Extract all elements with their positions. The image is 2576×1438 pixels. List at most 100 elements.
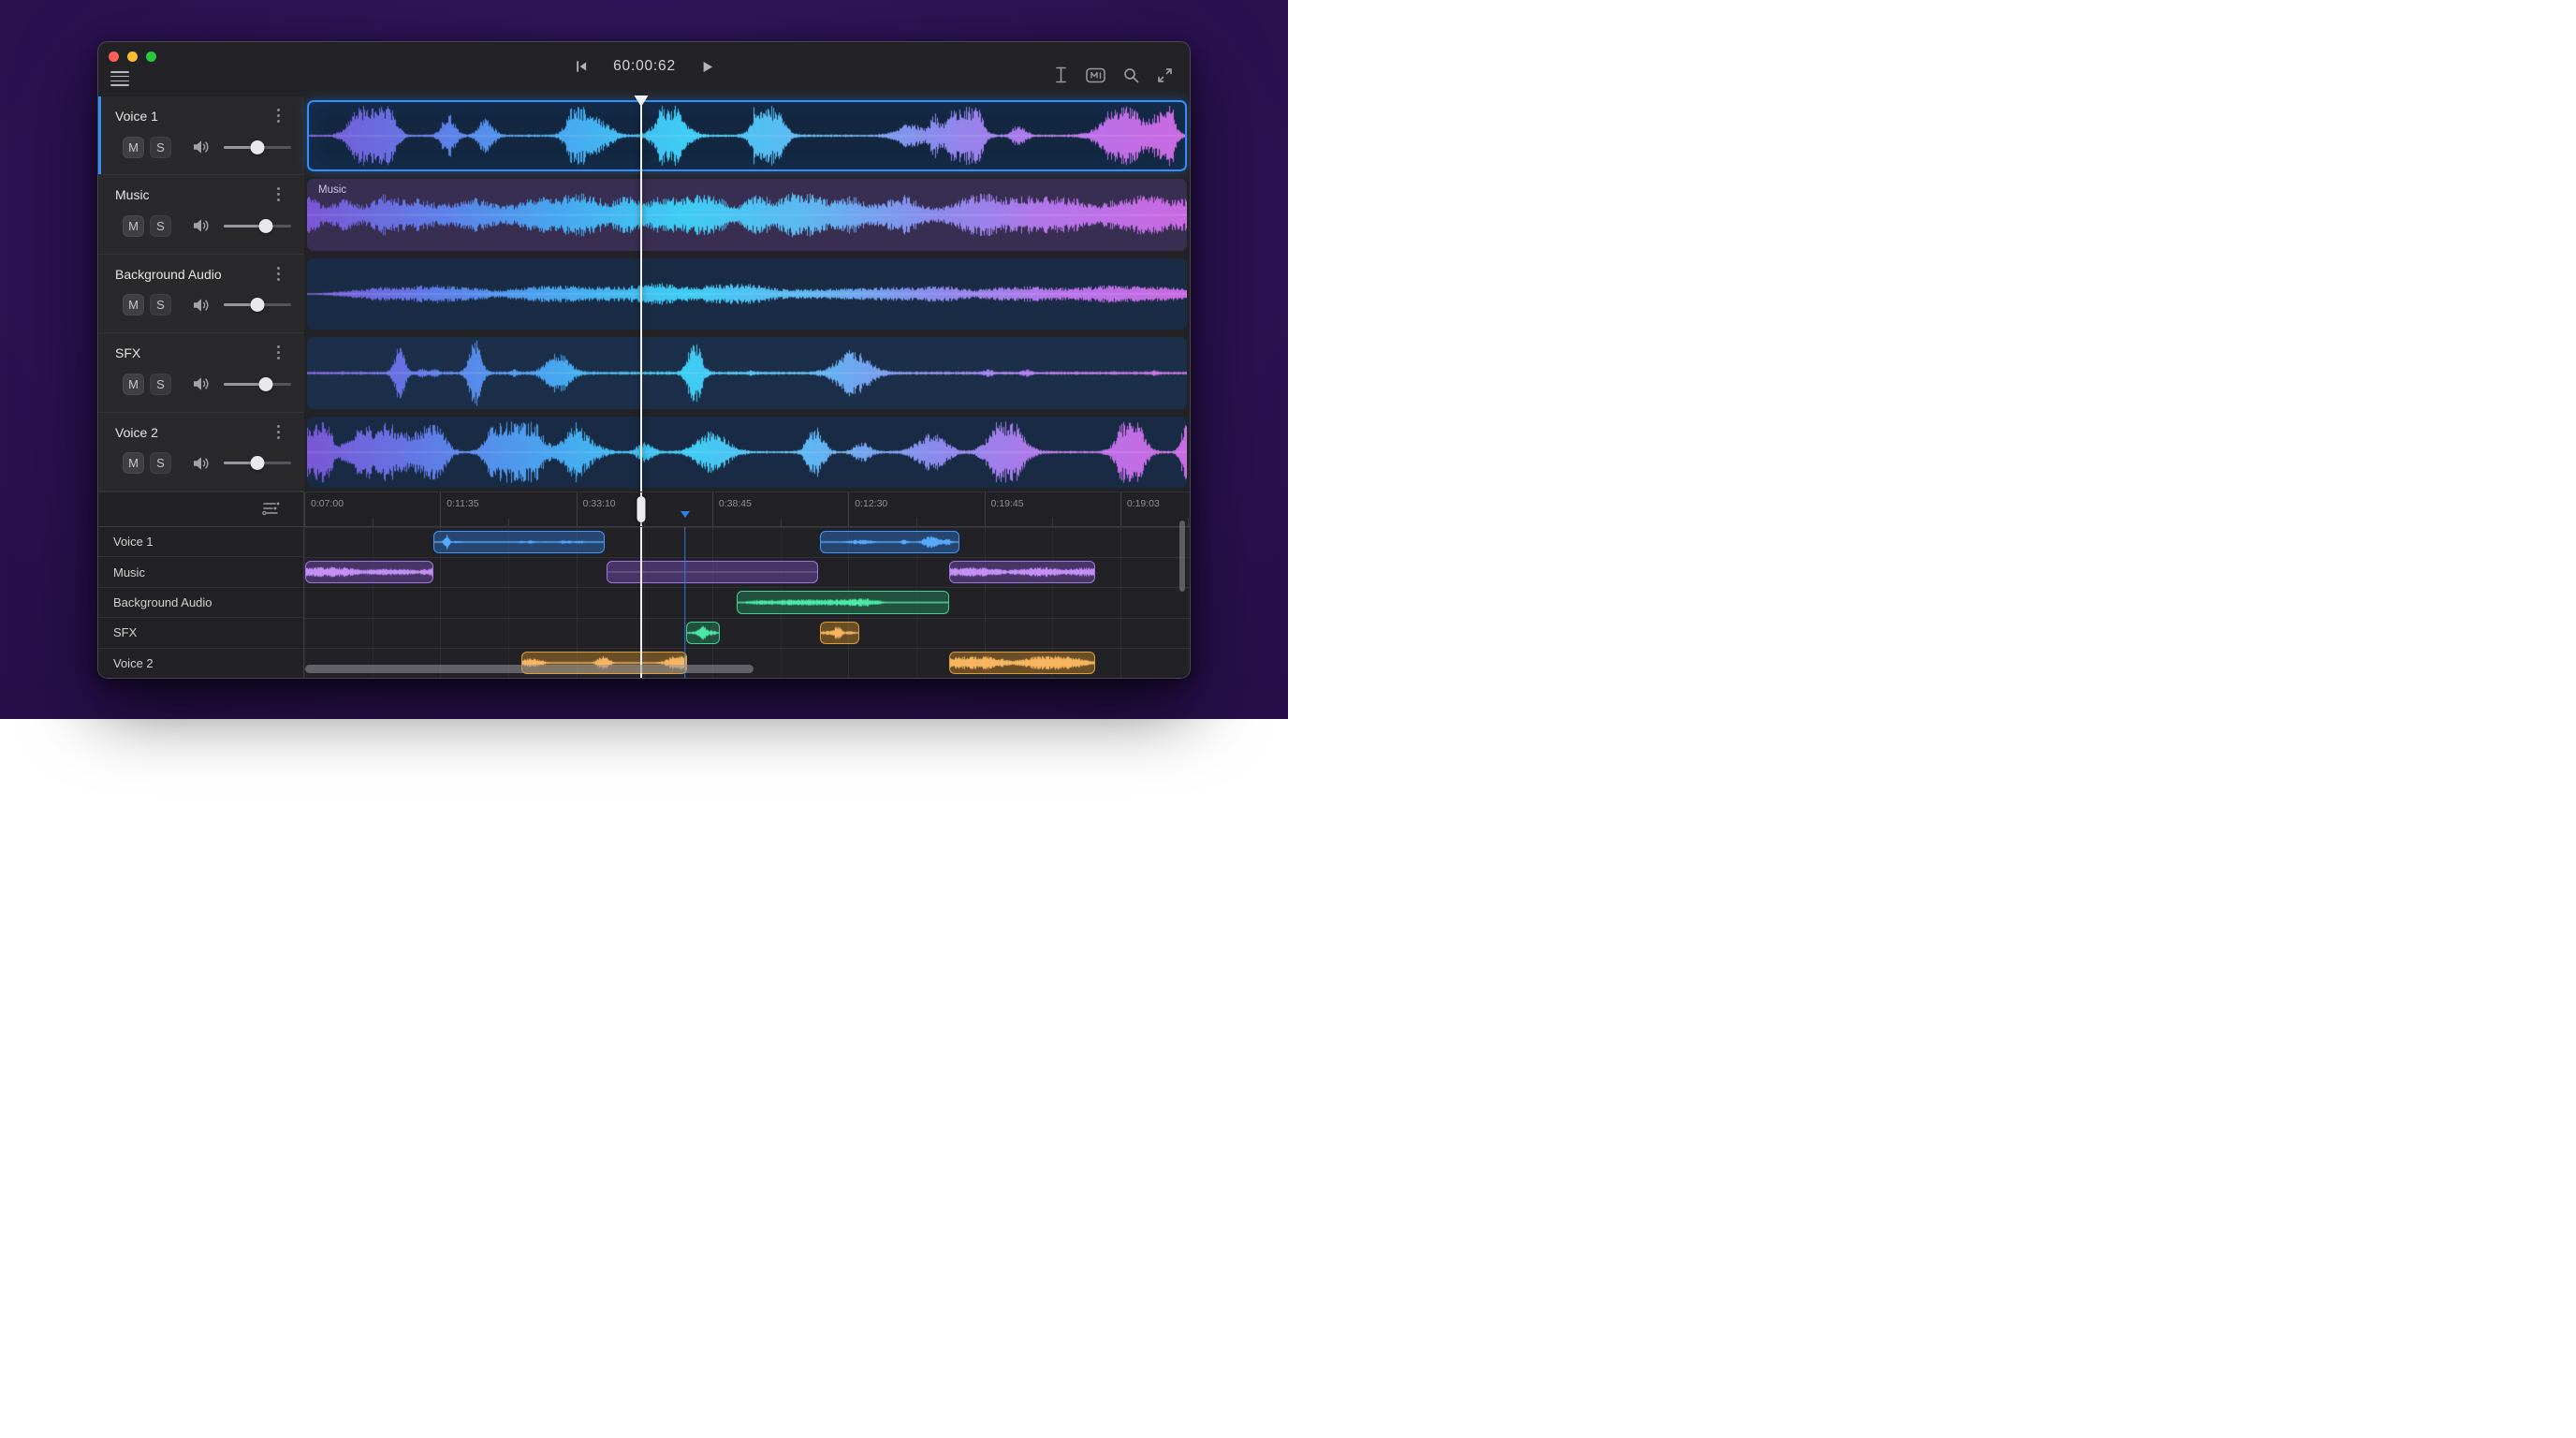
track-menu-icon[interactable]	[271, 267, 285, 284]
track-menu-icon[interactable]	[271, 109, 285, 125]
horizontal-scrollbar[interactable]	[305, 665, 754, 673]
mute-button[interactable]: M	[123, 215, 144, 237]
solo-button[interactable]: S	[150, 452, 171, 474]
timeline-clip[interactable]	[949, 652, 1095, 674]
track-area: Voice 1 M S Music M S	[98, 96, 1190, 492]
ruler-tick	[577, 492, 578, 526]
minimize-button[interactable]	[127, 51, 138, 62]
vertical-scrollbar[interactable]	[1179, 521, 1185, 592]
clip-waveform	[434, 532, 604, 552]
marker-line	[684, 527, 686, 678]
solo-button[interactable]: S	[150, 374, 171, 395]
timeline-row-voice1[interactable]	[304, 527, 1190, 557]
speaker-icon	[192, 298, 211, 313]
clip-music[interactable]: Music	[307, 179, 1187, 250]
marker-icon[interactable]	[1086, 67, 1105, 83]
track-header-music[interactable]: Music M S	[98, 175, 304, 254]
track-header-sfx[interactable]: SFX M S	[98, 333, 304, 412]
timeline-clip[interactable]	[305, 561, 433, 583]
track-header-voice1[interactable]: Voice 1 M S	[98, 96, 304, 175]
marker-handle[interactable]	[681, 511, 690, 518]
playhead-handle-icon	[633, 95, 650, 107]
clip-waveform	[738, 592, 948, 612]
waveform	[307, 417, 1187, 488]
volume-slider[interactable]	[224, 377, 291, 391]
clip-voice1[interactable]	[307, 100, 1187, 171]
track-menu-icon[interactable]	[271, 187, 285, 204]
track-title: Music	[115, 187, 150, 202]
solo-button[interactable]: S	[150, 215, 171, 237]
volume-slider[interactable]	[224, 298, 291, 312]
timeline-label-voice2: Voice 2	[98, 648, 303, 678]
timeline-clip[interactable]	[820, 531, 959, 553]
volume-knob[interactable]	[258, 377, 272, 391]
timeline-clip[interactable]	[433, 531, 605, 553]
timeline-grid[interactable]	[304, 527, 1190, 678]
play-icon[interactable]	[700, 60, 714, 74]
timeline-ruler[interactable]: 0:07:000:11:350:33:100:38:450:12:300:19:…	[98, 492, 1190, 527]
playhead-handle[interactable]	[637, 496, 646, 522]
close-button[interactable]	[109, 51, 119, 62]
timeline-row-voice2[interactable]	[304, 648, 1190, 678]
mute-button[interactable]: M	[123, 294, 144, 315]
clip-label: Music	[318, 184, 346, 196]
clip-waveform	[607, 562, 817, 582]
expand-icon[interactable]	[1157, 67, 1173, 83]
waveform	[309, 102, 1185, 169]
volume-knob[interactable]	[251, 298, 265, 312]
tracklist-options-icon[interactable]	[262, 501, 281, 519]
clip-waveform	[950, 653, 1094, 673]
titlebar: 60:00:62	[98, 42, 1190, 96]
timeline-clip[interactable]	[686, 622, 720, 644]
volume-slider[interactable]	[224, 456, 291, 470]
clip-waveform	[950, 562, 1094, 582]
track-menu-icon[interactable]	[271, 345, 285, 362]
playhead[interactable]	[640, 96, 642, 492]
track-menu-icon[interactable]	[271, 425, 285, 442]
audio-editor-window: 60:00:62	[97, 41, 1191, 679]
track-header-background-audio[interactable]: Background Audio M S	[98, 255, 304, 333]
ruler-minor-tick	[1188, 518, 1189, 526]
clip-background-audio[interactable]	[307, 258, 1187, 330]
ruler-tick	[985, 492, 986, 526]
track-title: Background Audio	[115, 267, 222, 282]
volume-slider[interactable]	[224, 219, 291, 233]
volume-knob[interactable]	[258, 219, 272, 233]
timeline-clip[interactable]	[737, 591, 949, 613]
toolbar-right	[1054, 66, 1173, 83]
search-icon[interactable]	[1123, 67, 1139, 83]
solo-button[interactable]: S	[150, 294, 171, 315]
clip-sfx[interactable]	[307, 337, 1187, 408]
ruler-tick	[304, 492, 305, 526]
volume-knob[interactable]	[251, 140, 265, 154]
timeline-row-background-audio[interactable]	[304, 587, 1190, 617]
clip-voice2[interactable]	[307, 417, 1187, 488]
timeline-row-music[interactable]	[304, 557, 1190, 587]
waveform	[307, 179, 1187, 250]
track-header-voice2[interactable]: Voice 2 M S	[98, 413, 304, 492]
ruler-time-label: 0:33:10	[583, 498, 616, 509]
timeline-clip[interactable]	[949, 561, 1095, 583]
track-title: Voice 2	[115, 425, 158, 440]
playhead-line	[640, 527, 642, 678]
ruler-time-label: 0:38:45	[719, 498, 752, 509]
volume-knob[interactable]	[251, 456, 265, 470]
zoom-button[interactable]	[146, 51, 156, 62]
mute-button[interactable]: M	[123, 137, 144, 158]
timeline-clip[interactable]	[607, 561, 818, 583]
speaker-icon	[192, 376, 211, 391]
skip-back-icon[interactable]	[574, 59, 589, 74]
solo-button[interactable]: S	[150, 137, 171, 158]
ruler-tick	[848, 492, 849, 526]
text-cursor-icon[interactable]	[1054, 66, 1068, 83]
mute-button[interactable]: M	[123, 374, 144, 395]
timeline-clip[interactable]	[820, 622, 860, 644]
ruler-minor-tick	[916, 518, 917, 526]
timeline-label-background-audio: Background Audio	[98, 587, 303, 617]
volume-slider[interactable]	[224, 140, 291, 154]
timeline-section: 0:07:000:11:350:33:100:38:450:12:300:19:…	[98, 492, 1190, 678]
mute-button[interactable]: M	[123, 452, 144, 474]
menu-icon[interactable]	[110, 71, 129, 86]
ruler-tick	[712, 492, 713, 526]
timeline-row-sfx[interactable]	[304, 618, 1190, 648]
